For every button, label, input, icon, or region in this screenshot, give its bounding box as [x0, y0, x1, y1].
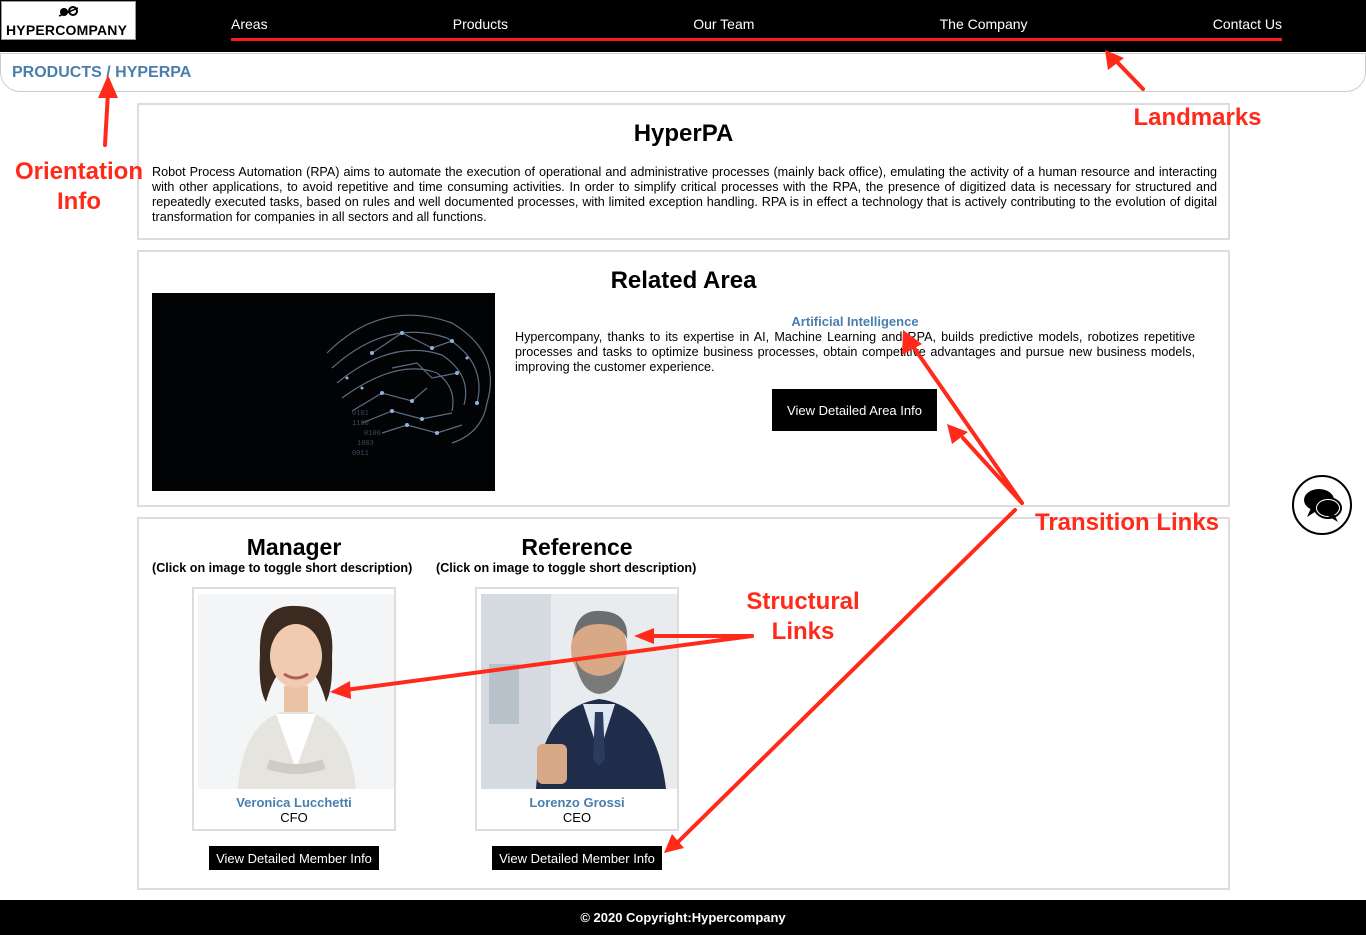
logo-text: HYPERCOMPANY: [6, 22, 128, 38]
svg-text:0101: 0101: [352, 410, 369, 418]
view-area-info-button[interactable]: View Detailed Area Info: [772, 389, 937, 431]
reference-name-link[interactable]: Lorenzo Grossi: [477, 795, 677, 810]
reference-photo[interactable]: [481, 594, 677, 789]
annotation-orientation-info: Orientation Info: [8, 157, 150, 217]
related-area-card: Related Area 0101 1100 0100 1003 0011 Ar…: [137, 250, 1230, 507]
logo-mark-icon: [56, 5, 82, 22]
breadcrumb-trail: PRODUCTS / HYPERPA: [12, 64, 191, 82]
breadcrumb-products[interactable]: PRODUCTS: [12, 64, 102, 81]
team-card: Manager (Click on image to toggle short …: [137, 517, 1230, 890]
area-link-artificial-intelligence[interactable]: Artificial Intelligence: [515, 314, 1195, 329]
annotation-orientation-line1: Orientation: [14, 158, 143, 185]
manager-heading: Manager: [246, 534, 342, 560]
company-logo[interactable]: HYPERCOMPANY: [1, 1, 136, 40]
main-nav: Areas Products Our Team The Company Cont…: [231, 16, 1282, 36]
annotation-structural-line1: Structural: [746, 588, 860, 615]
manager-hint: (Click on image to toggle short descript…: [152, 561, 413, 575]
svg-text:0011: 0011: [352, 450, 369, 458]
area-description: Hypercompany, thanks to its expertise in…: [515, 330, 1195, 374]
breadcrumb-separator: /: [106, 64, 111, 81]
annotation-orientation-line2: Info: [57, 188, 101, 215]
annotation-transition-links: Transition Links: [1034, 509, 1220, 536]
ai-brain-image[interactable]: 0101 1100 0100 1003 0011: [152, 293, 495, 491]
chat-bubbles-icon: [1304, 489, 1342, 522]
page: HYPERCOMPANY Areas Products Our Team The…: [0, 0, 1366, 935]
nav-contact-us[interactable]: Contact Us: [1213, 16, 1282, 36]
reference-heading: Reference: [521, 534, 633, 560]
nav-highlight-underline: [231, 38, 1282, 41]
product-description: Robot Process Automation (RPA) aims to a…: [152, 165, 1217, 224]
breadcrumb: PRODUCTS / HYPERPA: [0, 53, 1366, 92]
nav-our-team[interactable]: Our Team: [693, 16, 754, 36]
top-navbar: HYPERCOMPANY Areas Products Our Team The…: [0, 0, 1366, 52]
nav-the-company[interactable]: The Company: [940, 16, 1028, 36]
manager-view-member-button[interactable]: View Detailed Member Info: [209, 846, 379, 870]
manager-member-card: Veronica Lucchetti CFO: [192, 587, 396, 831]
manager-photo[interactable]: [198, 594, 394, 789]
reference-view-member-button[interactable]: View Detailed Member Info: [492, 846, 662, 870]
related-area-heading: Related Area: [610, 267, 757, 294]
orientation-arrow: [103, 90, 110, 147]
svg-text:1100: 1100: [352, 420, 369, 428]
footer: © 2020 Copyright:Hypercompany: [0, 900, 1366, 935]
manager-name-link[interactable]: Veronica Lucchetti: [194, 795, 394, 810]
reference-role: CEO: [562, 810, 592, 825]
nav-products[interactable]: Products: [453, 16, 508, 36]
reference-member-card: Lorenzo Grossi CEO: [475, 587, 679, 831]
product-title: HyperPA: [633, 120, 734, 147]
svg-text:0100: 0100: [364, 430, 381, 438]
chat-widget-button[interactable]: [1292, 475, 1352, 535]
annotation-structural-links: Structural Links: [735, 587, 871, 647]
breadcrumb-current: HYPERPA: [115, 64, 192, 81]
reference-hint: (Click on image to toggle short descript…: [436, 561, 697, 575]
svg-text:1003: 1003: [357, 440, 374, 448]
manager-role: CFO: [280, 810, 308, 825]
nav-areas[interactable]: Areas: [231, 16, 268, 36]
annotation-landmarks: Landmarks: [1133, 104, 1262, 131]
annotation-structural-line2: Links: [771, 618, 835, 645]
product-card: HyperPA Robot Process Automation (RPA) a…: [137, 103, 1230, 240]
